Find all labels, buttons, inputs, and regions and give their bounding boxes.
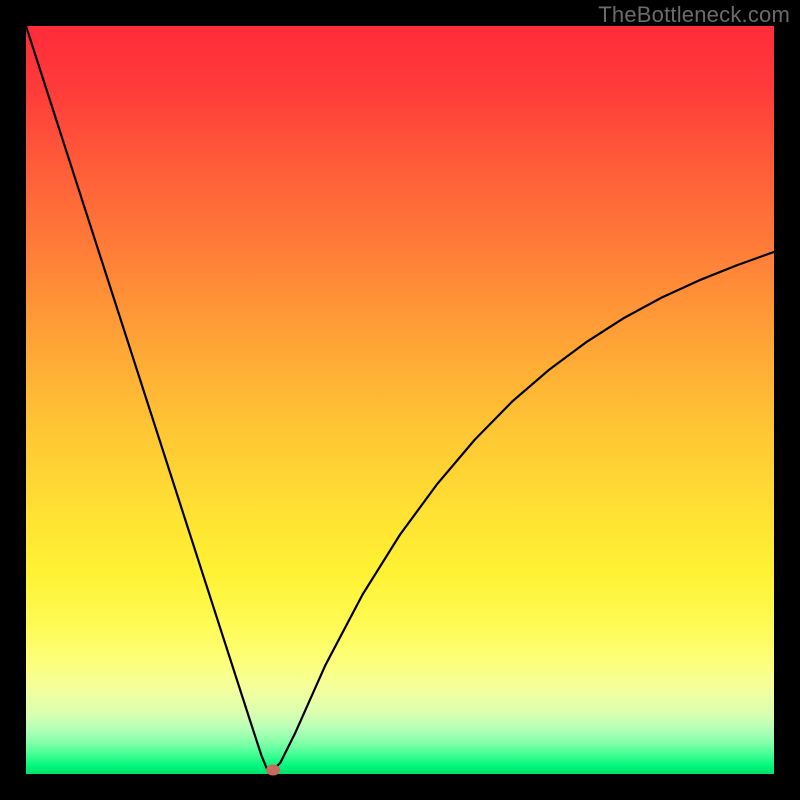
curve-svg	[26, 26, 774, 774]
plot-area	[26, 26, 774, 774]
watermark-text: TheBottleneck.com	[598, 2, 790, 28]
chart-frame: TheBottleneck.com	[0, 0, 800, 800]
bottleneck-curve	[26, 26, 774, 774]
min-point-marker	[266, 765, 280, 776]
